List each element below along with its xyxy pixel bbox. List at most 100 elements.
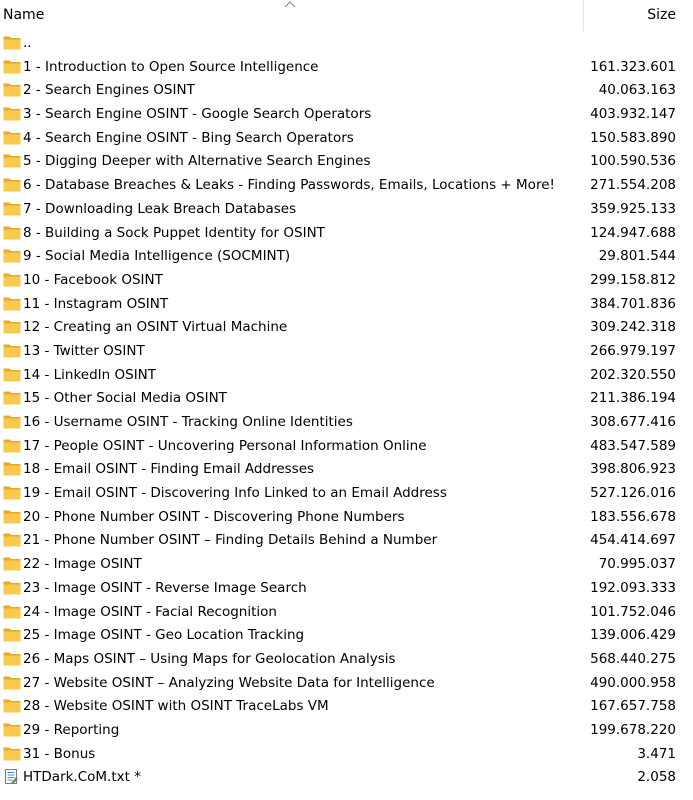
row-name: 21 - Phone Number OSINT – Finding Detail… bbox=[23, 532, 438, 549]
folder-icon bbox=[3, 698, 21, 713]
row-size: 309.242.318 bbox=[590, 319, 676, 336]
row-size: 192.093.333 bbox=[590, 579, 676, 596]
folder-row[interactable]: 22 - Image OSINT 70.995.037 bbox=[0, 552, 693, 576]
folder-row[interactable]: 24 - Image OSINT - Facial Recognition 101… bbox=[0, 600, 693, 624]
folder-icon bbox=[3, 532, 21, 547]
folder-row[interactable]: 23 - Image OSINT - Reverse Image Search 1… bbox=[0, 576, 693, 600]
row-name: 31 - Bonus bbox=[23, 745, 96, 762]
row-name: HTDark.CoM.txt * bbox=[23, 769, 141, 786]
chevron-up-icon bbox=[284, 1, 296, 8]
folder-icon bbox=[3, 627, 21, 642]
folder-row[interactable]: 31 - Bonus 3.471 bbox=[0, 742, 693, 766]
folder-row[interactable]: 15 - Other Social Media OSINT 211.386.194 bbox=[0, 386, 693, 410]
folder-icon bbox=[3, 130, 21, 145]
folder-row[interactable]: 17 - People OSINT - Uncovering Personal … bbox=[0, 434, 693, 458]
row-size: 2.058 bbox=[637, 769, 676, 786]
row-size: 3.471 bbox=[637, 745, 676, 762]
row-name: 8 - Building a Sock Puppet Identity for … bbox=[23, 224, 325, 241]
folder-icon bbox=[3, 414, 21, 429]
column-header-size[interactable]: Size bbox=[584, 0, 693, 31]
row-name: 1 - Introduction to Open Source Intellig… bbox=[23, 58, 319, 75]
folder-row[interactable]: 19 - Email OSINT - Discovering Info Link… bbox=[0, 481, 693, 505]
folder-icon bbox=[3, 153, 21, 168]
row-size: 527.126.016 bbox=[590, 485, 676, 502]
row-name: .. bbox=[23, 35, 32, 51]
row-size: 271.554.208 bbox=[590, 177, 676, 194]
folder-icon bbox=[3, 367, 21, 382]
row-name: 13 - Twitter OSINT bbox=[23, 342, 145, 359]
folder-row[interactable]: 2 - Search Engines OSINT 40.063.163 bbox=[0, 78, 693, 102]
folder-icon bbox=[3, 485, 21, 500]
folder-icon bbox=[3, 177, 21, 192]
row-size: 202.320.550 bbox=[590, 366, 676, 383]
folder-icon bbox=[3, 604, 21, 619]
folder-row[interactable]: 29 - Reporting 199.678.220 bbox=[0, 718, 693, 742]
row-name: 19 - Email OSINT - Discovering Info Link… bbox=[23, 485, 447, 502]
row-size: 398.806.923 bbox=[590, 461, 676, 478]
folder-row[interactable]: .. bbox=[0, 31, 693, 55]
row-name: 9 - Social Media Intelligence (SOCMINT) bbox=[23, 248, 291, 265]
folder-row[interactable]: 7 - Downloading Leak Breach Databases 359… bbox=[0, 197, 693, 221]
row-name: 10 - Facebook OSINT bbox=[23, 271, 163, 288]
row-name: 16 - Username OSINT - Tracking Online Id… bbox=[23, 414, 353, 430]
folder-row[interactable]: 6 - Database Breaches & Leaks - Finding … bbox=[0, 173, 693, 197]
row-size: 483.547.589 bbox=[590, 437, 676, 454]
folder-row[interactable]: 18 - Email OSINT - Finding Email Address… bbox=[0, 457, 693, 481]
folder-row[interactable]: 9 - Social Media Intelligence (SOCMINT) 2… bbox=[0, 244, 693, 268]
folder-row[interactable]: 20 - Phone Number OSINT - Discovering Ph… bbox=[0, 505, 693, 529]
folder-row[interactable]: 28 - Website OSINT with OSINT TraceLabs … bbox=[0, 694, 693, 718]
row-size: 211.386.194 bbox=[590, 390, 676, 407]
row-size: 199.678.220 bbox=[590, 721, 676, 738]
folder-icon bbox=[3, 343, 21, 358]
folder-row[interactable]: 21 - Phone Number OSINT – Finding Detail… bbox=[0, 528, 693, 552]
folder-row[interactable]: 16 - Username OSINT - Tracking Online Id… bbox=[0, 410, 693, 434]
folder-icon bbox=[3, 272, 21, 287]
column-header-name-label: Name bbox=[3, 7, 45, 23]
row-name: 25 - Image OSINT - Geo Location Tracking bbox=[23, 627, 305, 644]
folder-icon bbox=[3, 675, 21, 690]
file-row[interactable]: HTDark.CoM.txt * 2.058 bbox=[0, 765, 693, 789]
row-name: 22 - Image OSINT bbox=[23, 556, 142, 573]
row-size: 490.000.958 bbox=[590, 674, 676, 691]
row-name: 24 - Image OSINT - Facial Recognition bbox=[23, 603, 277, 620]
text-file-icon bbox=[3, 769, 21, 785]
row-size: 139.006.429 bbox=[590, 627, 676, 644]
folder-row[interactable]: 10 - Facebook OSINT 299.158.812 bbox=[0, 268, 693, 292]
row-size: 40.063.163 bbox=[598, 82, 676, 99]
row-name: 27 - Website OSINT – Analyzing Website D… bbox=[23, 674, 435, 691]
folder-row[interactable]: 13 - Twitter OSINT 266.979.197 bbox=[0, 339, 693, 363]
row-size: 150.583.890 bbox=[590, 129, 676, 146]
folder-row[interactable]: 3 - Search Engine OSINT - Google Search … bbox=[0, 102, 693, 126]
folder-row[interactable]: 14 - LinkedIn OSINT 202.320.550 bbox=[0, 363, 693, 387]
folder-icon bbox=[3, 556, 21, 571]
row-size: 359.925.133 bbox=[590, 200, 676, 217]
row-size: 568.440.275 bbox=[590, 650, 676, 667]
folder-row[interactable]: 26 - Maps OSINT – Using Maps for Geoloca… bbox=[0, 647, 693, 671]
folder-row[interactable]: 5 - Digging Deeper with Alternative Sear… bbox=[0, 149, 693, 173]
row-name: 18 - Email OSINT - Finding Email Address… bbox=[23, 461, 315, 478]
row-name: 2 - Search Engines OSINT bbox=[23, 82, 195, 99]
folder-icon bbox=[3, 651, 21, 666]
folder-icon bbox=[3, 319, 21, 334]
row-name: 15 - Other Social Media OSINT bbox=[23, 390, 227, 407]
folder-icon bbox=[3, 201, 21, 216]
folder-icon bbox=[3, 225, 21, 240]
folder-row[interactable]: 11 - Instagram OSINT 384.701.836 bbox=[0, 292, 693, 316]
folder-icon bbox=[3, 248, 21, 263]
folder-icon bbox=[3, 509, 21, 524]
column-header-name[interactable]: Name bbox=[0, 0, 584, 31]
row-size: 308.677.416 bbox=[590, 414, 676, 430]
folder-row[interactable]: 12 - Creating an OSINT Virtual Machine 30… bbox=[0, 315, 693, 339]
row-name: 29 - Reporting bbox=[23, 721, 120, 738]
folder-row[interactable]: 1 - Introduction to Open Source Intellig… bbox=[0, 55, 693, 79]
folder-icon bbox=[3, 390, 21, 405]
folder-row[interactable]: 27 - Website OSINT – Analyzing Website D… bbox=[0, 671, 693, 695]
folder-row[interactable]: 25 - Image OSINT - Geo Location Tracking… bbox=[0, 623, 693, 647]
folder-row[interactable]: 4 - Search Engine OSINT - Bing Search Op… bbox=[0, 126, 693, 150]
row-size: 403.932.147 bbox=[590, 106, 676, 123]
folder-icon bbox=[3, 296, 21, 311]
row-size: 299.158.812 bbox=[590, 271, 676, 288]
row-size: 29.801.544 bbox=[598, 248, 676, 265]
folder-icon bbox=[3, 722, 21, 737]
folder-row[interactable]: 8 - Building a Sock Puppet Identity for … bbox=[0, 221, 693, 245]
